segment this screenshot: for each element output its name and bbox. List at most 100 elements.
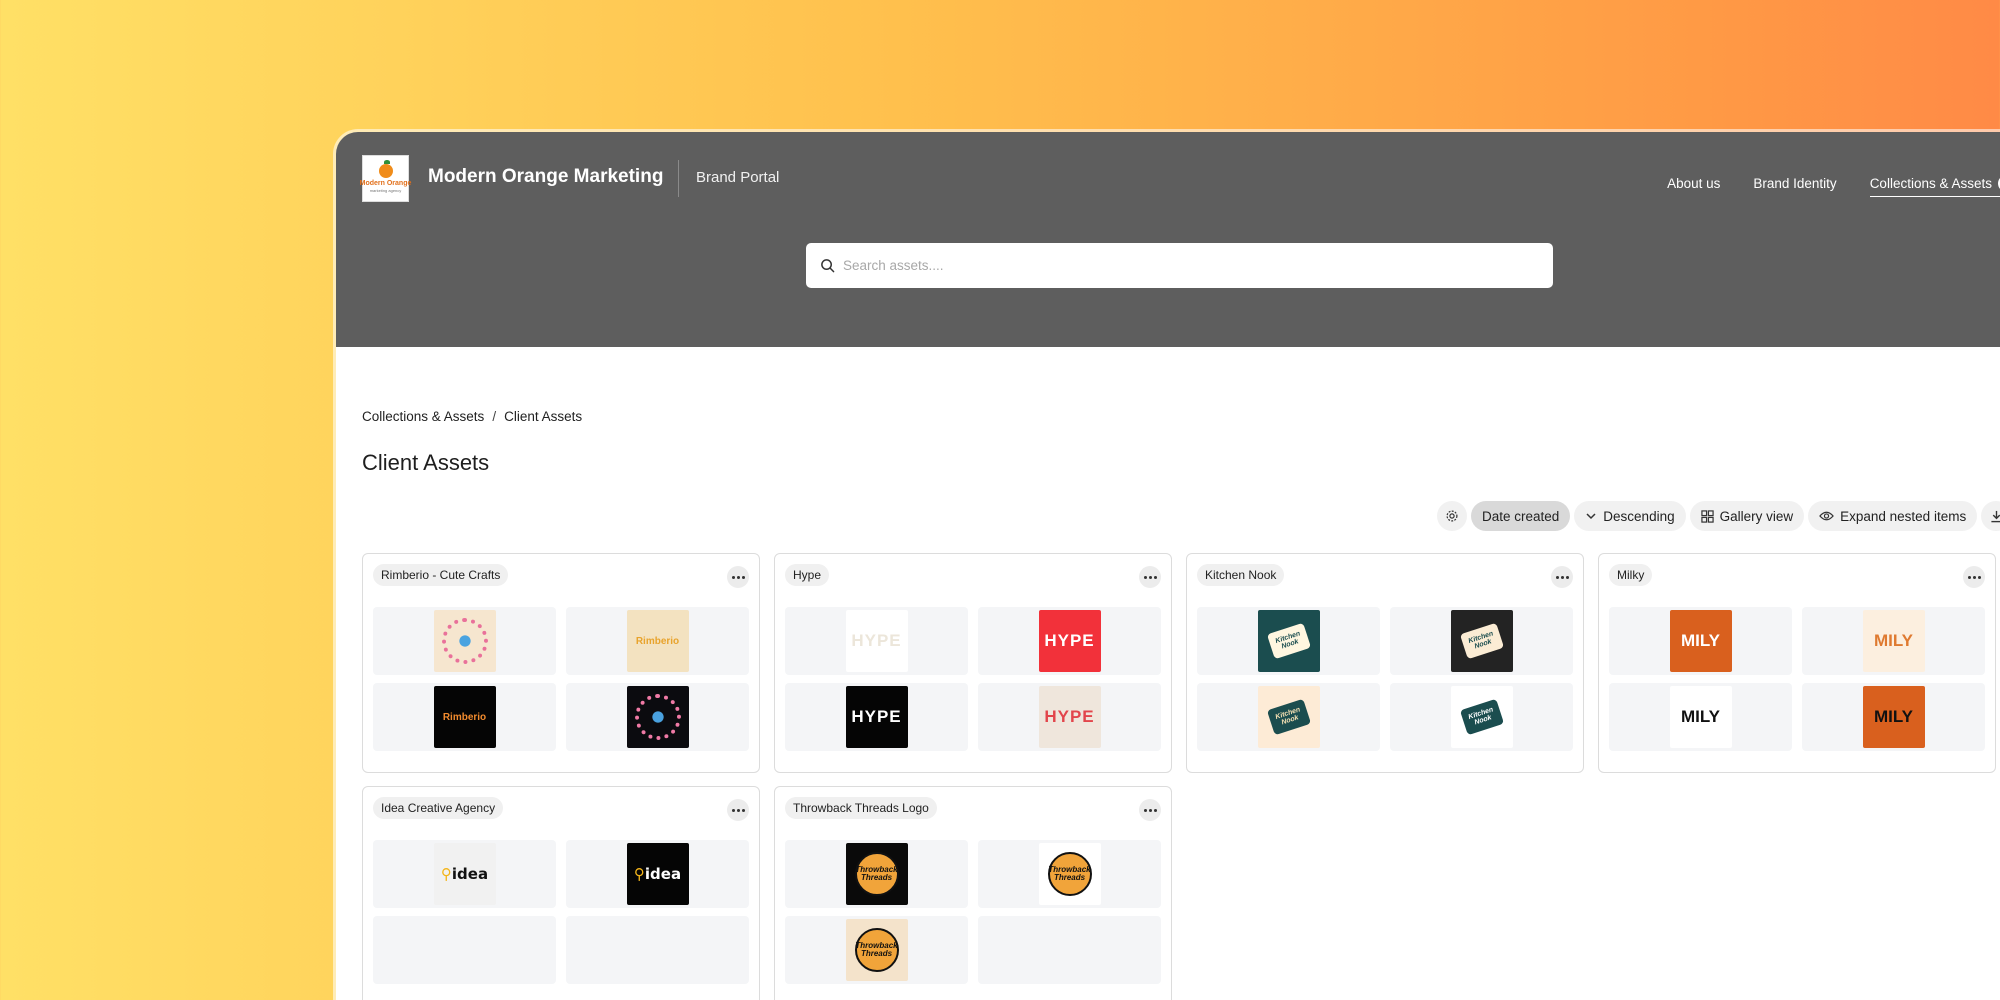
thumb-text: HYPE — [851, 631, 902, 650]
thumbnail-grid: Kitchen Nook Kitchen Nook Kitchen Nook K… — [1197, 607, 1573, 751]
collection-label: Kitchen Nook — [1197, 564, 1285, 586]
thumb-text: Kitchen Nook — [1266, 698, 1311, 736]
settings-button[interactable] — [1437, 501, 1467, 531]
asset-tile[interactable]: MILY — [1802, 683, 1985, 751]
asset-tile[interactable]: Kitchen Nook — [1197, 607, 1380, 675]
download-button[interactable] — [1981, 501, 2000, 531]
thumb-text: Rimberio — [442, 711, 487, 723]
breadcrumb: Collections & Assets / Client Assets — [362, 409, 582, 424]
bulb-icon: ⚲ — [633, 866, 645, 883]
asset-tile-empty — [373, 916, 556, 984]
asset-tile[interactable]: Throwback Threads — [978, 840, 1161, 908]
thumb-text: idea — [451, 865, 489, 883]
more-options-button[interactable] — [1551, 566, 1573, 588]
asset-tile[interactable] — [566, 683, 749, 751]
asset-tile[interactable]: ⚲ idea — [373, 840, 556, 908]
thumbnail-grid: Throwback Threads Throwback Threads Thro… — [785, 840, 1161, 984]
app-window: Modern Orange marketing agency Modern Or… — [336, 132, 2000, 1000]
sort-order-button[interactable]: Descending — [1574, 501, 1686, 531]
thumb-text: Throwback Threads — [854, 928, 899, 972]
expand-nested-button[interactable]: Expand nested items — [1808, 501, 1978, 531]
kitchen-white-thumb: Kitchen Nook — [1450, 686, 1513, 748]
asset-tile[interactable] — [373, 607, 556, 675]
thumb-text: MILY — [1680, 707, 1721, 726]
rimberio-wordmark-thumb: Rimberio — [626, 610, 689, 672]
collection-card-throwback-threads[interactable]: Throwback Threads Logo Throwback Threads… — [774, 786, 1172, 1000]
nav-brand-identity[interactable]: Brand Identity — [1753, 176, 1836, 191]
thumb-text: Throwback Threads — [1047, 852, 1092, 896]
asset-tile[interactable]: ⚲ idea — [566, 840, 749, 908]
idea-dark-thumb: ⚲ idea — [626, 843, 689, 905]
asset-tile[interactable]: Throwback Threads — [785, 840, 968, 908]
view-button[interactable]: Gallery view — [1689, 501, 1805, 531]
thumbnail-grid: Rimberio Rimberio — [373, 607, 749, 751]
asset-tile[interactable]: HYPE — [785, 683, 968, 751]
hype-light-thumb: HYPE — [845, 610, 908, 672]
more-options-button[interactable] — [1139, 566, 1161, 588]
toolbar: Date created Descending Gallery view Exp… — [1437, 501, 2000, 531]
thumb-text: HYPE — [1044, 707, 1095, 726]
thumb-text: Rimberio — [635, 635, 680, 647]
throwback-cream-thumb: Throwback Threads — [845, 919, 908, 981]
asset-tile[interactable]: MILY — [1802, 607, 1985, 675]
search-bar[interactable] — [806, 243, 1553, 288]
asset-tile-empty — [566, 916, 749, 984]
asset-tile[interactable]: HYPE — [978, 683, 1161, 751]
collection-card-kitchen-nook[interactable]: Kitchen Nook Kitchen Nook Kitchen Nook K… — [1186, 553, 1584, 773]
sort-field-button[interactable]: Date created — [1471, 501, 1571, 531]
asset-tile[interactable]: HYPE — [785, 607, 968, 675]
portal-label: Brand Portal — [696, 169, 780, 186]
view-label: Gallery view — [1719, 508, 1794, 524]
asset-tile[interactable]: MILY — [1609, 607, 1792, 675]
sort-field-label: Date created — [1482, 508, 1560, 524]
asset-tile[interactable]: Rimberio — [566, 607, 749, 675]
header: Modern Orange marketing agency Modern Or… — [336, 132, 2000, 347]
collection-card-milky[interactable]: Milky MILY MILY MILY MILY — [1598, 553, 1996, 773]
thumb-text: HYPE — [1044, 631, 1095, 650]
kitchen-teal-thumb: Kitchen Nook — [1257, 610, 1320, 672]
asset-tile-empty — [978, 916, 1161, 984]
hype-beige-thumb: HYPE — [1038, 686, 1101, 748]
more-options-button[interactable] — [727, 566, 749, 588]
brand-name[interactable]: Modern Orange Marketing — [428, 166, 663, 188]
chevron-down-icon — [1586, 513, 1596, 520]
thumbnail-grid: MILY MILY MILY MILY — [1609, 607, 1985, 751]
more-options-button[interactable] — [727, 799, 749, 821]
asset-tile[interactable]: HYPE — [978, 607, 1161, 675]
asset-tile[interactable]: Rimberio — [373, 683, 556, 751]
brand-logo[interactable]: Modern Orange marketing agency — [360, 155, 411, 202]
nav-collections-assets[interactable]: Collections & Assets1 — [1869, 175, 2000, 197]
collection-label: Idea Creative Agency — [373, 797, 504, 819]
thumb-text: HYPE — [851, 707, 902, 726]
thumb-text: MILY — [1680, 631, 1721, 650]
kitchen-dark-thumb: Kitchen Nook — [1450, 610, 1513, 672]
more-options-button[interactable] — [1963, 566, 1985, 588]
milky-white-thumb: MILY — [1669, 686, 1732, 748]
nav-about-us[interactable]: About us — [1667, 176, 1720, 191]
more-options-button[interactable] — [1139, 799, 1161, 821]
asset-tile[interactable]: Throwback Threads — [785, 916, 968, 984]
hype-black-thumb: HYPE — [845, 686, 908, 748]
search-input[interactable] — [843, 258, 1523, 273]
throwback-white-thumb: Throwback Threads — [1038, 843, 1101, 905]
expand-label: Expand nested items — [1840, 508, 1967, 524]
eye-icon — [1819, 511, 1834, 521]
collection-label: Hype — [785, 564, 830, 586]
asset-tile[interactable]: Kitchen Nook — [1390, 607, 1573, 675]
thumb-text: Kitchen Nook — [1266, 622, 1311, 660]
thumb-text: Throwback Threads — [854, 852, 899, 896]
collection-label: Throwback Threads Logo — [785, 797, 937, 819]
asset-tile[interactable]: Kitchen Nook — [1390, 683, 1573, 751]
collection-card-rimberio[interactable]: Rimberio - Cute Crafts Rimberio Rimberio — [362, 553, 760, 773]
breadcrumb-item-collections[interactable]: Collections & Assets — [362, 409, 484, 424]
bulb-icon: ⚲ — [440, 866, 452, 883]
thumbnail-grid: HYPE HYPE HYPE HYPE — [785, 607, 1161, 751]
asset-tile[interactable]: Kitchen Nook — [1197, 683, 1380, 751]
orange-logo-icon — [378, 160, 393, 178]
asset-tile[interactable]: MILY — [1609, 683, 1792, 751]
thumbnail-grid: ⚲ idea ⚲ idea — [373, 840, 749, 984]
collection-card-idea-creative-agency[interactable]: Idea Creative Agency ⚲ idea ⚲ idea — [362, 786, 760, 1000]
collection-card-hype[interactable]: Hype HYPE HYPE HYPE HYPE — [774, 553, 1172, 773]
sort-order-label: Descending — [1603, 508, 1675, 524]
logo-subtext: marketing agency — [369, 188, 402, 193]
